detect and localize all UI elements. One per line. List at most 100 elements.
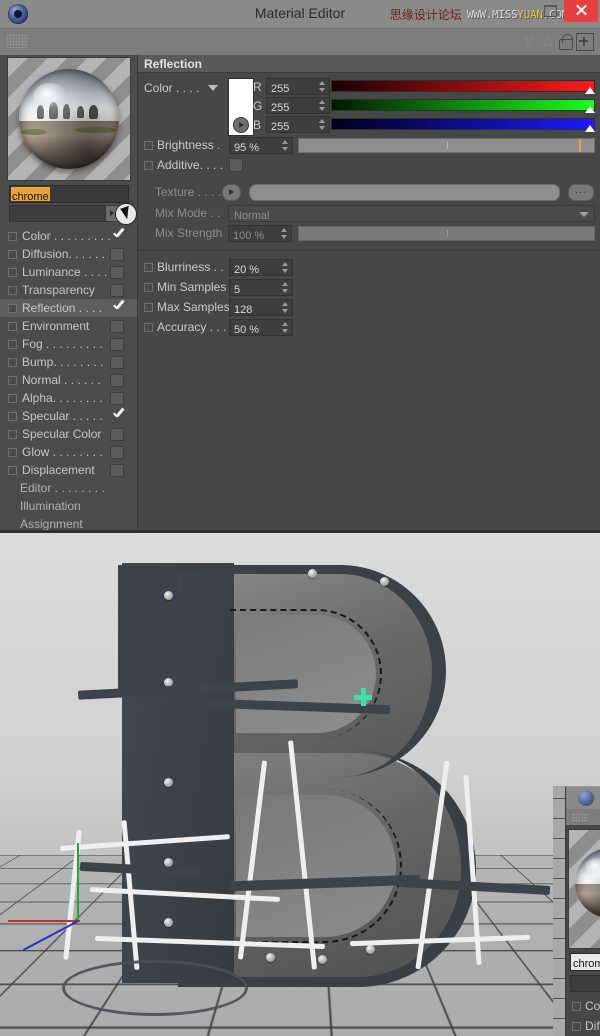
b-slider[interactable] xyxy=(331,118,595,130)
drag-grip-icon[interactable] xyxy=(572,813,588,822)
checkbox-icon[interactable] xyxy=(110,374,124,387)
stepper-icon[interactable] xyxy=(282,302,289,313)
material-name-field[interactable]: chrome xyxy=(9,185,129,203)
animation-marker-icon[interactable] xyxy=(144,263,153,272)
animation-marker-icon[interactable] xyxy=(144,323,153,332)
drag-grip-icon[interactable] xyxy=(6,34,28,50)
checkmark-icon[interactable] xyxy=(111,301,125,315)
channel-color[interactable]: Color . . . . . . . . . xyxy=(0,227,137,245)
additive-label: Additive. . . . xyxy=(157,158,229,172)
channel-fog[interactable]: Fog . . . . . . . . . xyxy=(0,335,137,353)
checkmark-icon[interactable] xyxy=(111,229,125,243)
channel-alpha[interactable]: Alpha. . . . . . . . xyxy=(0,389,137,407)
color-expand-arrow-icon[interactable] xyxy=(233,117,249,133)
channel-diffusion[interactable]: Diffusion. . . . . . xyxy=(0,245,137,263)
close-button[interactable] xyxy=(564,0,598,22)
chevron-down-icon[interactable] xyxy=(208,85,218,91)
blurriness-row: Blurriness . . 20 % xyxy=(138,257,600,277)
checkmark-icon[interactable] xyxy=(111,409,125,423)
material-preview[interactable] xyxy=(7,57,131,181)
channel-marker-icon xyxy=(8,250,17,259)
texture-row: Texture . . . . ... xyxy=(138,181,600,203)
second-material-preview[interactable] xyxy=(568,829,600,949)
g-slider[interactable] xyxy=(331,99,595,111)
channel-reflection[interactable]: Reflection . . . . xyxy=(0,299,137,317)
slider-knob[interactable] xyxy=(585,87,595,94)
stepper-icon[interactable] xyxy=(319,100,326,111)
second-material-name-field[interactable]: chrom xyxy=(570,953,600,971)
toolbar-right-icons xyxy=(558,33,594,51)
additive-checkbox[interactable] xyxy=(229,158,243,172)
stepper-icon[interactable] xyxy=(319,119,326,130)
stepper-icon[interactable] xyxy=(281,228,288,239)
pick-cursor-icon[interactable] xyxy=(115,203,137,225)
b-input[interactable]: 255 xyxy=(266,116,330,133)
channel-luminance[interactable]: Luminance . . . . xyxy=(0,263,137,281)
search-input[interactable] xyxy=(9,205,106,222)
animation-marker-icon[interactable] xyxy=(144,303,153,312)
channel-specular[interactable]: Specular . . . . . xyxy=(0,407,137,425)
title-bar: Material Editor 思缘设计论坛 WWW.MISSYUAN.COM xyxy=(0,0,600,29)
channel-specular-color[interactable]: Specular Color xyxy=(0,425,137,443)
plus-box-icon[interactable] xyxy=(576,33,594,51)
stepper-icon[interactable] xyxy=(282,140,289,151)
channel-glow[interactable]: Glow . . . . . . . . xyxy=(0,443,137,461)
accuracy-input[interactable]: 50 % xyxy=(229,319,293,336)
brightness-input[interactable]: 95 % xyxy=(229,137,293,154)
mix-strength-slider[interactable] xyxy=(298,226,595,241)
stepper-icon[interactable] xyxy=(282,282,289,293)
letter-B-extruded-metal[interactable] xyxy=(118,563,508,993)
checkbox-icon[interactable] xyxy=(110,428,124,441)
editor-body: chrome Color . . . . . . . . . Diffusion… xyxy=(0,55,600,530)
checkbox-icon[interactable] xyxy=(110,392,124,405)
min-samples-input[interactable]: 5 xyxy=(229,279,293,296)
checkbox-icon[interactable] xyxy=(110,320,124,333)
channel-displacement[interactable]: Displacement xyxy=(0,461,137,479)
sidebar-item-editor[interactable]: Editor . . . . . . . . xyxy=(0,479,137,497)
texture-label: Texture . . . . xyxy=(144,185,222,199)
3d-viewport[interactable] xyxy=(0,530,600,1036)
channel-environment[interactable]: Environment xyxy=(0,317,137,335)
texture-arrow-button[interactable] xyxy=(222,184,241,201)
animation-marker-icon[interactable] xyxy=(144,283,153,292)
channel-marker-icon xyxy=(8,358,17,367)
editor-toolbar: ∀ Δ xyxy=(0,29,600,56)
channel-marker-icon xyxy=(8,376,17,385)
second-material-editor-window[interactable]: chrom Color Diffu xyxy=(565,786,600,1036)
sidebar-item-illumination[interactable]: Illumination xyxy=(0,497,137,515)
stepper-icon[interactable] xyxy=(282,262,289,273)
checkbox-icon[interactable] xyxy=(110,248,124,261)
second-channel-color[interactable]: Color xyxy=(572,999,600,1013)
slider-marker[interactable] xyxy=(579,139,581,152)
texture-input[interactable] xyxy=(249,184,560,201)
second-channel-diffusion[interactable]: Diffu xyxy=(572,1019,600,1033)
animation-marker-icon[interactable] xyxy=(144,161,153,170)
brightness-slider[interactable] xyxy=(298,138,595,153)
mix-mode-select[interactable]: Normal xyxy=(228,205,595,222)
lock-icon[interactable] xyxy=(558,34,572,50)
stepper-icon[interactable] xyxy=(282,322,289,333)
blurriness-input[interactable]: 20 % xyxy=(229,259,293,276)
second-search-input[interactable] xyxy=(570,975,600,992)
checkbox-icon[interactable] xyxy=(110,338,124,351)
stepper-icon[interactable] xyxy=(319,81,326,92)
texture-browse-button[interactable]: ... xyxy=(568,184,594,201)
checkbox-icon[interactable] xyxy=(110,464,124,477)
slider-knob[interactable] xyxy=(585,125,595,132)
channel-bump[interactable]: Bump. . . . . . . . xyxy=(0,353,137,371)
checkbox-icon[interactable] xyxy=(110,356,124,369)
slider-knob[interactable] xyxy=(585,106,595,113)
r-slider[interactable] xyxy=(331,80,595,92)
channel-transparency[interactable]: Transparency xyxy=(0,281,137,299)
axis-gizmo[interactable] xyxy=(70,860,160,970)
r-input[interactable]: 255 xyxy=(266,78,330,95)
max-samples-input[interactable]: 128 xyxy=(229,299,293,316)
checkbox-icon[interactable] xyxy=(110,266,124,279)
animation-marker-icon[interactable] xyxy=(144,141,153,150)
g-input[interactable]: 255 xyxy=(266,97,330,114)
checkbox-icon[interactable] xyxy=(110,446,124,459)
mix-strength-input[interactable]: 100 % xyxy=(228,225,292,242)
maximize-button[interactable] xyxy=(536,0,564,22)
channel-normal[interactable]: Normal . . . . . . xyxy=(0,371,137,389)
checkbox-icon[interactable] xyxy=(110,284,124,297)
